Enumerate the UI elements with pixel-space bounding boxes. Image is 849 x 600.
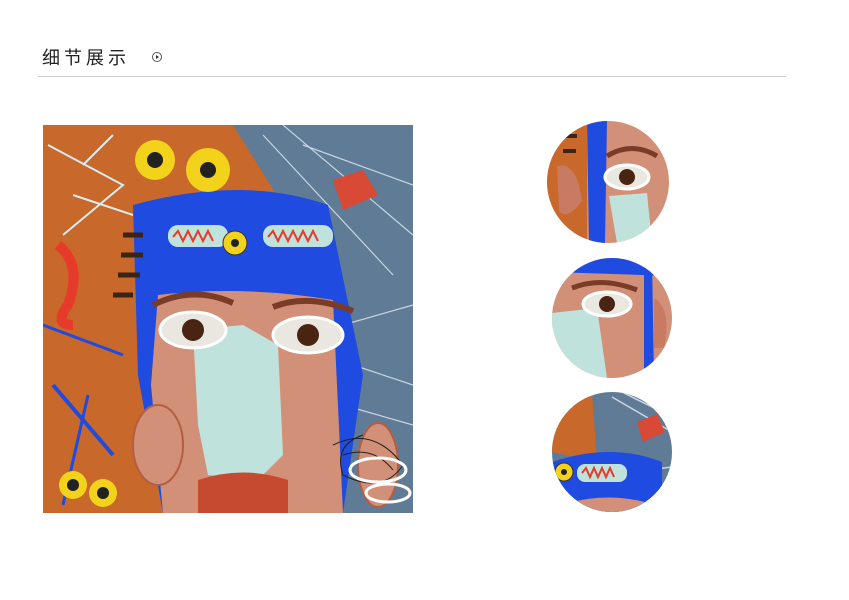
header-divider [38, 76, 786, 77]
detail-forehead-bottom [552, 392, 672, 512]
section-header: 细节展示 [42, 44, 162, 70]
detail-eye-middle [552, 258, 672, 378]
circle-arrow-right-icon[interactable] [152, 52, 162, 62]
main-painting [43, 125, 413, 513]
detail-eye-top [547, 121, 669, 243]
section-title: 细节展示 [42, 48, 130, 69]
